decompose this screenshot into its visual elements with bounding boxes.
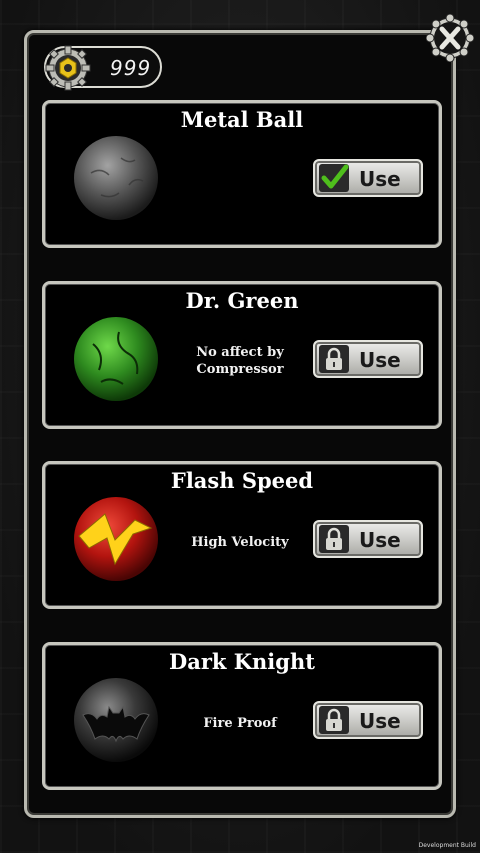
use-label: Use <box>359 167 401 191</box>
use-button[interactable]: Use <box>313 520 423 558</box>
ball-title: Dark Knight <box>169 649 315 674</box>
status-slot <box>319 345 349 373</box>
use-label: Use <box>359 709 401 733</box>
status-slot <box>319 164 349 192</box>
ball-card-metal-ball: Metal Ball Use <box>42 100 442 248</box>
ball-title: Flash Speed <box>170 468 314 493</box>
use-label: Use <box>359 348 401 372</box>
ball-description: Fire Proof <box>203 716 277 731</box>
use-button[interactable]: Use <box>313 340 423 378</box>
lock-icon <box>326 527 342 550</box>
bat-ball-icon <box>71 675 161 765</box>
gear-coin-icon <box>44 44 92 92</box>
coin-counter: 999 <box>44 45 162 91</box>
lock-icon <box>326 347 342 370</box>
status-slot <box>319 525 349 553</box>
use-button[interactable]: Use <box>313 159 423 197</box>
ball-card-dr-green: Dr. Green No affect by Compressor Use <box>42 281 442 429</box>
coin-value: 999 <box>110 56 152 80</box>
ball-description: No affect by Compressor <box>196 345 284 377</box>
checkmark-icon <box>321 164 349 189</box>
status-slot <box>319 706 349 734</box>
close-icon <box>426 14 474 62</box>
green-ball-icon <box>71 314 161 404</box>
ball-description: High Velocity <box>191 535 289 550</box>
flash-ball-icon <box>71 494 161 584</box>
ball-title: Dr. Green <box>185 288 299 313</box>
use-label: Use <box>359 528 401 552</box>
metal-ball-icon <box>71 133 161 223</box>
ball-title: Metal Ball <box>180 107 304 132</box>
close-button[interactable] <box>426 14 474 62</box>
dev-build-label: Development Build <box>418 842 476 849</box>
use-button[interactable]: Use <box>313 701 423 739</box>
lock-icon <box>326 708 342 731</box>
ball-card-flash-speed: Flash Speed High Velocity Use <box>42 461 442 609</box>
ball-card-dark-knight: Dark Knight Fire Proof Use <box>42 642 442 790</box>
